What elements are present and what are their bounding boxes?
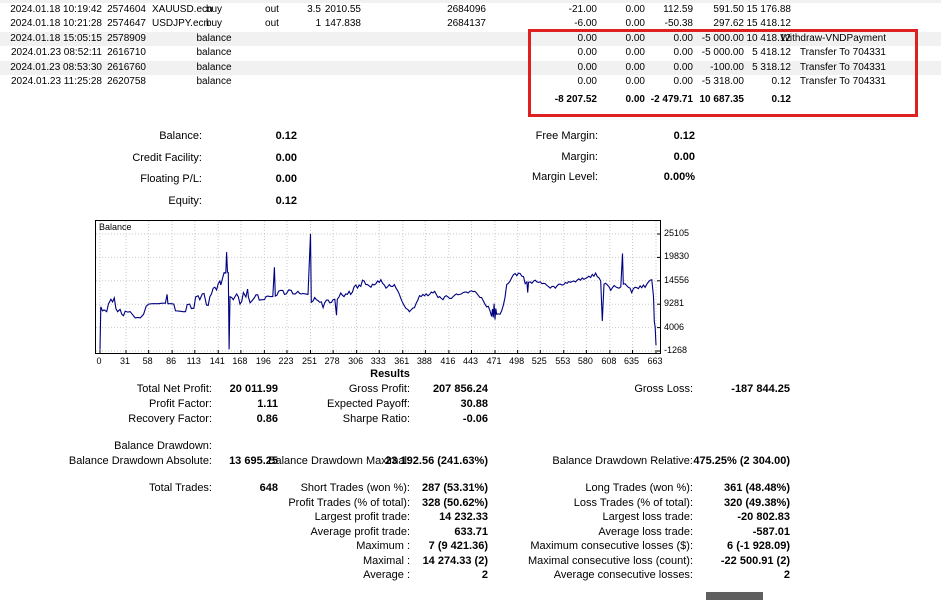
stat-label: Profit Factor: bbox=[149, 397, 212, 411]
stat-value: 633.71 bbox=[454, 525, 488, 539]
stat-label: Profit Trades (% of total): bbox=[288, 496, 410, 510]
stat-value: 6 (-1 928.09) bbox=[727, 539, 790, 553]
stat-value: 14 274.33 (2) bbox=[423, 554, 488, 568]
stat-value: 648 bbox=[260, 481, 278, 495]
stat-value: 328 (50.62%) bbox=[422, 496, 488, 510]
stat-value: 7 (9 421.36) bbox=[429, 539, 488, 553]
stat-value: 361 (48.48%) bbox=[724, 481, 790, 495]
stat-label: Short Trades (won %): bbox=[301, 481, 410, 495]
stat-label: Gross Loss: bbox=[634, 382, 693, 396]
stat-label: Maximum consecutive losses ($): bbox=[530, 539, 693, 553]
stat-value: 475.25% (2 304.00) bbox=[693, 454, 790, 468]
stat-value: 320 (49.38%) bbox=[724, 496, 790, 510]
stat-label: Average profit trade: bbox=[311, 525, 410, 539]
stat-label: Average loss trade: bbox=[598, 525, 693, 539]
stat-label: Largest loss trade: bbox=[603, 510, 694, 524]
results-section: Total Net Profit: 20 011.99 Gross Profit: 2… bbox=[0, 0, 941, 600]
stat-label: Loss Trades (% of total): bbox=[574, 496, 693, 510]
stat-value: 287 (53.31%) bbox=[422, 481, 488, 495]
stat-label: Maximal : bbox=[363, 554, 410, 568]
stat-value: -0.06 bbox=[463, 412, 488, 426]
stat-label: Total Net Profit: bbox=[137, 382, 212, 396]
stat-value: 14 232.33 bbox=[439, 510, 488, 524]
stat-label: Average consecutive losses: bbox=[554, 568, 693, 582]
bottom-scrollbar-track[interactable] bbox=[0, 592, 941, 600]
stat-label: Balance Drawdown Relative: bbox=[552, 454, 693, 468]
stat-label: Expected Payoff: bbox=[327, 397, 410, 411]
stat-value: 207 856.24 bbox=[433, 382, 488, 396]
scrollbar-thumb[interactable] bbox=[706, 592, 763, 600]
stat-value: -22 500.91 (2) bbox=[721, 554, 790, 568]
stat-label: Largest profit trade: bbox=[315, 510, 410, 524]
stat-value: 20 011.99 bbox=[230, 382, 278, 396]
stat-value: 0.86 bbox=[257, 412, 278, 426]
stat-value: -587.01 bbox=[753, 525, 790, 539]
stat-label: Total Trades: bbox=[149, 481, 212, 495]
stat-label: Recovery Factor: bbox=[128, 412, 212, 426]
stat-label: Sharpe Ratio: bbox=[343, 412, 410, 426]
stat-label: Maximal consecutive loss (count): bbox=[528, 554, 693, 568]
stat-value: 2 bbox=[784, 568, 790, 582]
stat-value: -20 802.83 bbox=[737, 510, 790, 524]
stat-label: Gross Profit: bbox=[349, 382, 410, 396]
stat-label: Maximum : bbox=[356, 539, 410, 553]
stat-value: 2 bbox=[482, 568, 488, 582]
stat-value: 30.88 bbox=[460, 397, 488, 411]
stat-label: Balance Drawdown Absolute: bbox=[69, 454, 212, 468]
stat-label: Long Trades (won %): bbox=[585, 481, 693, 495]
stat-value: -187 844.25 bbox=[731, 382, 790, 396]
stat-label: Average : bbox=[363, 568, 410, 582]
stat-value: 23 192.56 (241.63%) bbox=[385, 454, 488, 468]
stat-label: Balance Drawdown: bbox=[114, 439, 212, 453]
stat-value: 1.11 bbox=[257, 397, 278, 411]
chart-title: Balance bbox=[99, 222, 132, 232]
